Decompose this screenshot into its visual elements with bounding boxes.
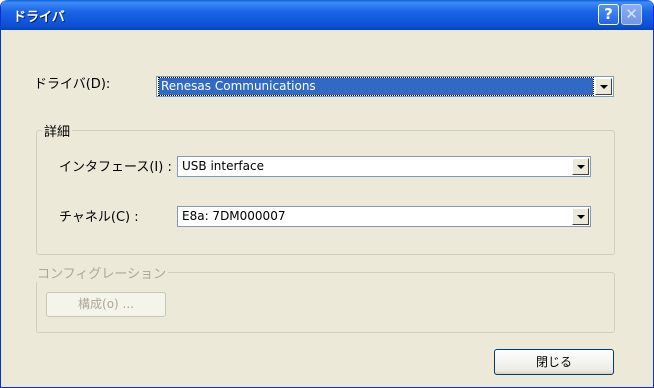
details-group: 詳細 — [36, 121, 615, 255]
driver-select-value: Renesas Communications — [158, 77, 594, 96]
channel-label: チャネル(C) : — [59, 210, 139, 225]
driver-select[interactable]: Renesas Communications — [156, 76, 614, 97]
chevron-down-icon[interactable] — [595, 78, 612, 95]
configuration-group-label: コンフィグレーション — [35, 263, 169, 282]
configure-button[interactable]: 構成(o) ... — [46, 292, 166, 317]
title-bar[interactable]: ドライバ ? ✕ — [1, 0, 653, 30]
interface-select[interactable]: USB interface — [177, 156, 591, 177]
help-button[interactable]: ? — [598, 4, 619, 25]
driver-label: ドライバ(D): — [34, 77, 111, 92]
close-icon[interactable]: ✕ — [621, 4, 642, 25]
chevron-down-icon[interactable] — [572, 158, 589, 175]
interface-select-value: USB interface — [182, 159, 264, 173]
chevron-down-icon[interactable] — [572, 208, 589, 225]
channel-select[interactable]: E8a: 7DM000007 — [177, 206, 591, 227]
interface-label: インタフェース(I) : — [59, 160, 172, 175]
details-group-label: 詳細 — [42, 121, 73, 140]
channel-select-value: E8a: 7DM000007 — [182, 209, 286, 223]
driver-dialog: ドライバ ? ✕ ドライバ(D): Renesas Communications… — [0, 0, 654, 388]
window-title: ドライバ — [13, 10, 65, 25]
close-button[interactable]: 閉じる — [494, 349, 614, 375]
